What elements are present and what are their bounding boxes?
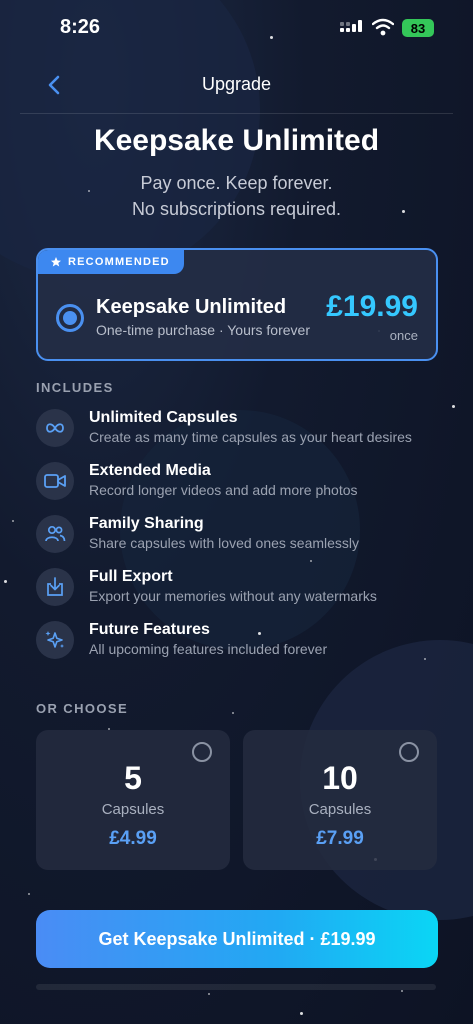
feature-item: Family Sharing Share capsules with loved… bbox=[36, 515, 456, 561]
includes-label: INCLUDES bbox=[36, 380, 114, 395]
pack-price: £4.99 bbox=[109, 828, 157, 849]
plan-price: £19.99 bbox=[326, 290, 418, 323]
feature-desc: All upcoming features included forever bbox=[89, 641, 328, 657]
download-icon bbox=[36, 568, 74, 606]
feature-desc: Create as many time capsules as your hea… bbox=[89, 429, 412, 445]
feature-desc: Record longer videos and add more photos bbox=[89, 482, 358, 498]
pack-label: Capsules bbox=[308, 801, 372, 818]
infinity-icon bbox=[36, 409, 74, 447]
sparkles-icon bbox=[36, 621, 74, 659]
purchase-button[interactable]: Get Keepsake Unlimited · £19.99 bbox=[36, 910, 438, 968]
star-icon bbox=[51, 257, 61, 267]
feature-desc: Export your memories without any waterma… bbox=[89, 588, 377, 604]
or-choose-label: OR CHOOSE bbox=[36, 701, 129, 716]
status-bar: 8:26 83 bbox=[0, 0, 473, 56]
feature-title: Full Export bbox=[89, 568, 173, 585]
hero-subtitle-line1: Pay once. Keep forever. bbox=[140, 173, 333, 193]
nav-bar: Upgrade bbox=[20, 58, 453, 114]
feature-desc: Share capsules with loved ones seamlessl… bbox=[89, 535, 360, 551]
status-time: 8:26 bbox=[60, 16, 101, 38]
feature-item: Future Features All upcoming features in… bbox=[36, 621, 456, 667]
plan-card-unlimited[interactable]: RECOMMENDED Keepsake Unlimited One-time … bbox=[36, 248, 438, 361]
pack-count: 10 bbox=[322, 760, 358, 796]
pack-card-5[interactable]: 5 Capsules £4.99 bbox=[36, 730, 230, 870]
plan-price-note: once bbox=[389, 328, 418, 343]
pack-label: Capsules bbox=[101, 801, 165, 818]
radio-unselected[interactable] bbox=[399, 742, 419, 762]
feature-item: Extended Media Record longer videos and … bbox=[36, 462, 456, 508]
video-camera-icon bbox=[36, 462, 74, 500]
footer-text-faded bbox=[36, 984, 436, 990]
feature-title: Unlimited Capsules bbox=[89, 409, 238, 426]
pack-count: 5 bbox=[124, 760, 142, 796]
radio-selected[interactable] bbox=[56, 304, 84, 332]
page-title: Keepsake Unlimited bbox=[93, 124, 380, 157]
recommended-badge-label: RECOMMENDED bbox=[68, 256, 170, 268]
pack-price: £7.99 bbox=[316, 828, 364, 849]
radio-unselected[interactable] bbox=[192, 742, 212, 762]
people-icon bbox=[36, 515, 74, 553]
battery-level: 83 bbox=[410, 20, 426, 36]
plan-title: Keepsake Unlimited bbox=[96, 296, 287, 318]
feature-title: Family Sharing bbox=[89, 515, 204, 532]
hero-subtitle-line2: No subscriptions required. bbox=[131, 199, 342, 219]
battery-icon: 83 bbox=[402, 19, 434, 37]
nav-title: Upgrade bbox=[201, 74, 272, 94]
cellular-signal-icon bbox=[340, 20, 364, 36]
feature-item: Full Export Export your memories without… bbox=[36, 568, 456, 614]
feature-item: Unlimited Capsules Create as many time c… bbox=[36, 409, 456, 455]
plan-subtitle: One-time purchase · Yours forever bbox=[96, 322, 310, 338]
recommended-badge: RECOMMENDED bbox=[38, 250, 184, 274]
feature-title: Extended Media bbox=[89, 462, 211, 479]
feature-title: Future Features bbox=[89, 621, 210, 638]
wifi-icon bbox=[372, 18, 394, 36]
pack-card-10[interactable]: 10 Capsules £7.99 bbox=[243, 730, 437, 870]
